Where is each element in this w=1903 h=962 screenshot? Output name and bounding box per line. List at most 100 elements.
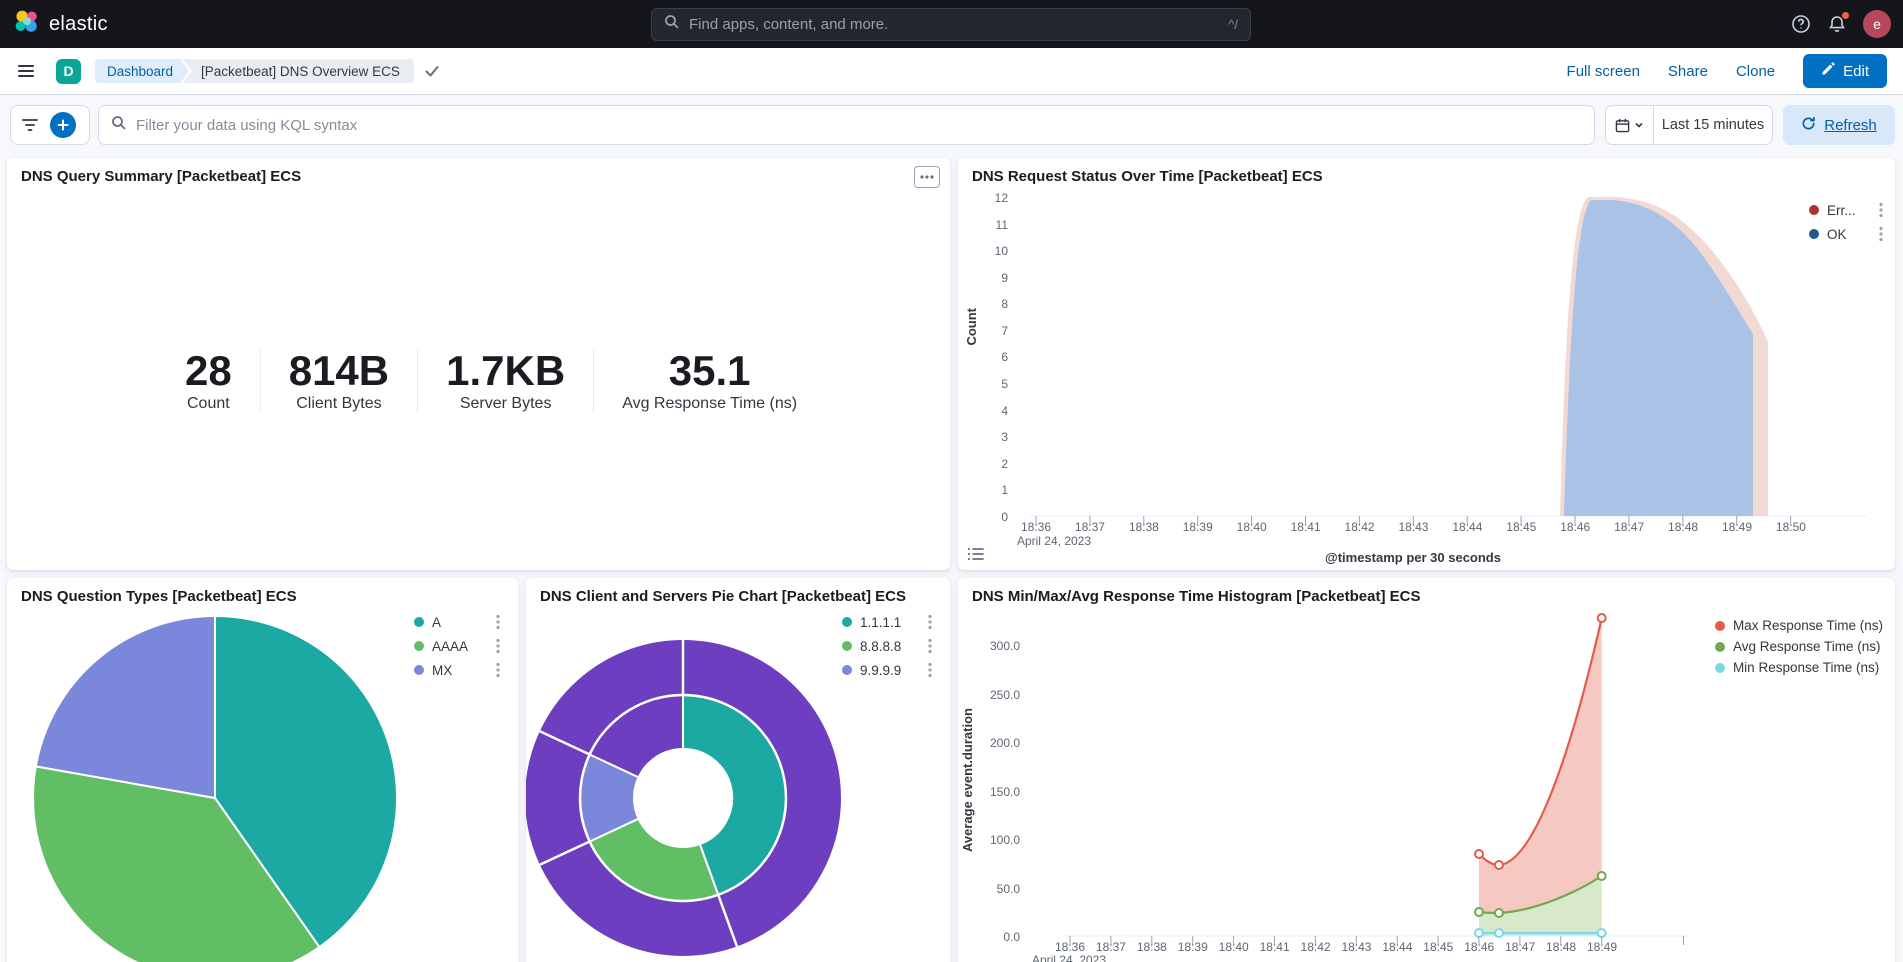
y-tick-label: 50.0 <box>997 882 1020 896</box>
metric-value: 28 <box>185 348 232 393</box>
date-quick-select[interactable] <box>1606 106 1654 144</box>
legend-item-mx[interactable]: MX <box>414 662 502 678</box>
legend-menu-icon[interactable] <box>928 662 934 678</box>
x-tick-label: 18:45 <box>1421 940 1455 954</box>
help-icon[interactable] <box>1791 14 1811 34</box>
alerts-bell-icon[interactable] <box>1827 14 1847 34</box>
legend-dot <box>1715 663 1725 673</box>
refresh-button[interactable]: Refresh <box>1783 105 1895 145</box>
panel-dns-request-status: DNS Request Status Over Time [Packetbeat… <box>958 158 1895 570</box>
edit-button[interactable]: Edit <box>1803 54 1887 88</box>
metric: 28 Count <box>157 348 261 413</box>
navbar-actions: Full screen Share Clone Edit <box>1567 54 1903 88</box>
refresh-icon <box>1801 116 1816 135</box>
x-tick-label: 18:40 <box>1217 940 1251 954</box>
legend-label: 8.8.8.8 <box>860 639 901 654</box>
share-button[interactable]: Share <box>1668 63 1708 80</box>
legend-menu-icon[interactable] <box>1879 226 1885 242</box>
panel-title: DNS Request Status Over Time [Packetbeat… <box>972 168 1323 185</box>
search-shortcut-hint: ^/ <box>1228 17 1238 32</box>
legend-item-1111[interactable]: 1.1.1.1 <box>842 614 934 630</box>
legend-dot <box>1715 642 1725 652</box>
kibana-dashboard-app: elastic Find apps, content, and more. ^/ <box>0 0 1903 962</box>
x-tick-label: 18:37 <box>1094 940 1128 954</box>
metric: 35.1 Avg Response Time (ns) <box>594 348 825 413</box>
y-tick-label: 200.0 <box>990 736 1020 750</box>
y-tick-label: 0.0 <box>1003 930 1020 944</box>
x-tick-label: 18:36 <box>1019 520 1053 534</box>
y-tick-label: 10 <box>995 244 1008 258</box>
global-search-input[interactable]: Find apps, content, and more. ^/ <box>651 8 1251 41</box>
full-screen-button[interactable]: Full screen <box>1567 63 1640 80</box>
add-filter-button[interactable] <box>50 112 76 138</box>
y-axis-ticks: 300.0250.0200.0150.0100.050.00.0 <box>958 639 1020 944</box>
date-picker[interactable]: Last 15 minutes <box>1605 105 1773 145</box>
legend-label: Err... <box>1827 203 1856 218</box>
metric-label: Server Bytes <box>446 395 565 413</box>
donut-hole <box>634 749 732 847</box>
x-axis-title: @timestamp per 30 seconds <box>1113 550 1713 565</box>
legend-label: Max Response Time (ns) <box>1733 618 1883 633</box>
elastic-logo-icon <box>14 9 40 40</box>
y-tick-label: 11 <box>996 218 1008 232</box>
x-tick-label: 18:43 <box>1396 520 1430 534</box>
x-tick-label: 18:47 <box>1503 940 1537 954</box>
legend-item-9999[interactable]: 9.9.9.9 <box>842 662 934 678</box>
legend-toggle-icon[interactable] <box>966 544 988 566</box>
legend-menu-icon[interactable] <box>928 638 934 654</box>
legend-label: A <box>432 615 441 630</box>
x-tick-label: 18:38 <box>1135 940 1169 954</box>
x-tick-label: 18:46 <box>1462 940 1496 954</box>
legend-menu-icon[interactable] <box>1879 202 1885 218</box>
x-axis-ticks: 18:3618:3718:3818:3918:4018:4118:4218:43… <box>1019 520 1808 534</box>
pencil-icon <box>1821 62 1835 80</box>
panel-options-icon[interactable] <box>914 166 940 188</box>
elastic-home-link[interactable]: elastic <box>14 0 108 48</box>
legend-label: Avg Response Time (ns) <box>1733 639 1881 654</box>
time-range-value[interactable]: Last 15 minutes <box>1654 117 1772 133</box>
kql-search-input[interactable]: Filter your data using KQL syntax <box>98 105 1595 145</box>
legend-label: MX <box>432 663 452 678</box>
x-tick-label: 18:42 <box>1343 520 1377 534</box>
dashboard-app-badge[interactable]: D <box>56 59 81 84</box>
breadcrumb-dashboard[interactable]: Dashboard <box>95 59 189 83</box>
legend-dot <box>842 665 852 675</box>
legend-item-avg[interactable]: Avg Response Time (ns) <box>1715 639 1883 654</box>
menu-hamburger-icon[interactable] <box>16 61 36 81</box>
legend-item-a[interactable]: A <box>414 614 502 630</box>
search-icon <box>664 14 680 35</box>
x-tick-label: 18:45 <box>1504 520 1538 534</box>
refresh-label: Refresh <box>1824 117 1877 134</box>
legend-label: Min Response Time (ns) <box>1733 660 1879 675</box>
legend-item-errors[interactable]: Err... <box>1809 202 1885 218</box>
metric-value: 35.1 <box>622 348 797 393</box>
legend-menu-icon[interactable] <box>496 614 502 630</box>
legend-menu-icon[interactable] <box>496 662 502 678</box>
pie-slice-mx <box>36 616 215 798</box>
legend-item-max[interactable]: Max Response Time (ns) <box>1715 618 1883 633</box>
clone-button[interactable]: Clone <box>1736 63 1775 80</box>
legend-menu-icon[interactable] <box>496 638 502 654</box>
metric-label: Client Bytes <box>289 395 389 413</box>
x-axis-date: April 24, 2023 <box>1019 953 1119 962</box>
x-tick-label: 18:49 <box>1720 520 1754 534</box>
legend-label: 9.9.9.9 <box>860 663 901 678</box>
metric: 814B Client Bytes <box>261 348 418 413</box>
legend-dot <box>1715 621 1725 631</box>
calendar-icon <box>1615 118 1630 133</box>
user-avatar[interactable]: e <box>1863 10 1891 38</box>
legend-item-ok[interactable]: OK <box>1809 226 1885 242</box>
legend-item-aaaa[interactable]: AAAA <box>414 638 502 654</box>
filter-icon[interactable] <box>19 114 41 136</box>
x-tick-label: 18:46 <box>1558 520 1592 534</box>
legend-item-8888[interactable]: 8.8.8.8 <box>842 638 934 654</box>
metric-value: 1.7KB <box>446 348 565 393</box>
kql-placeholder: Filter your data using KQL syntax <box>136 117 357 134</box>
x-tick-label: 18:42 <box>1299 940 1333 954</box>
panel-response-time-histogram: DNS Min/Max/Avg Response Time Histogram … <box>958 578 1895 962</box>
legend-item-min[interactable]: Min Response Time (ns) <box>1715 660 1883 675</box>
legend-menu-icon[interactable] <box>928 614 934 630</box>
metric-label: Count <box>185 395 232 413</box>
header-actions: e <box>1791 0 1891 48</box>
x-tick-label: 18:50 <box>1774 520 1808 534</box>
